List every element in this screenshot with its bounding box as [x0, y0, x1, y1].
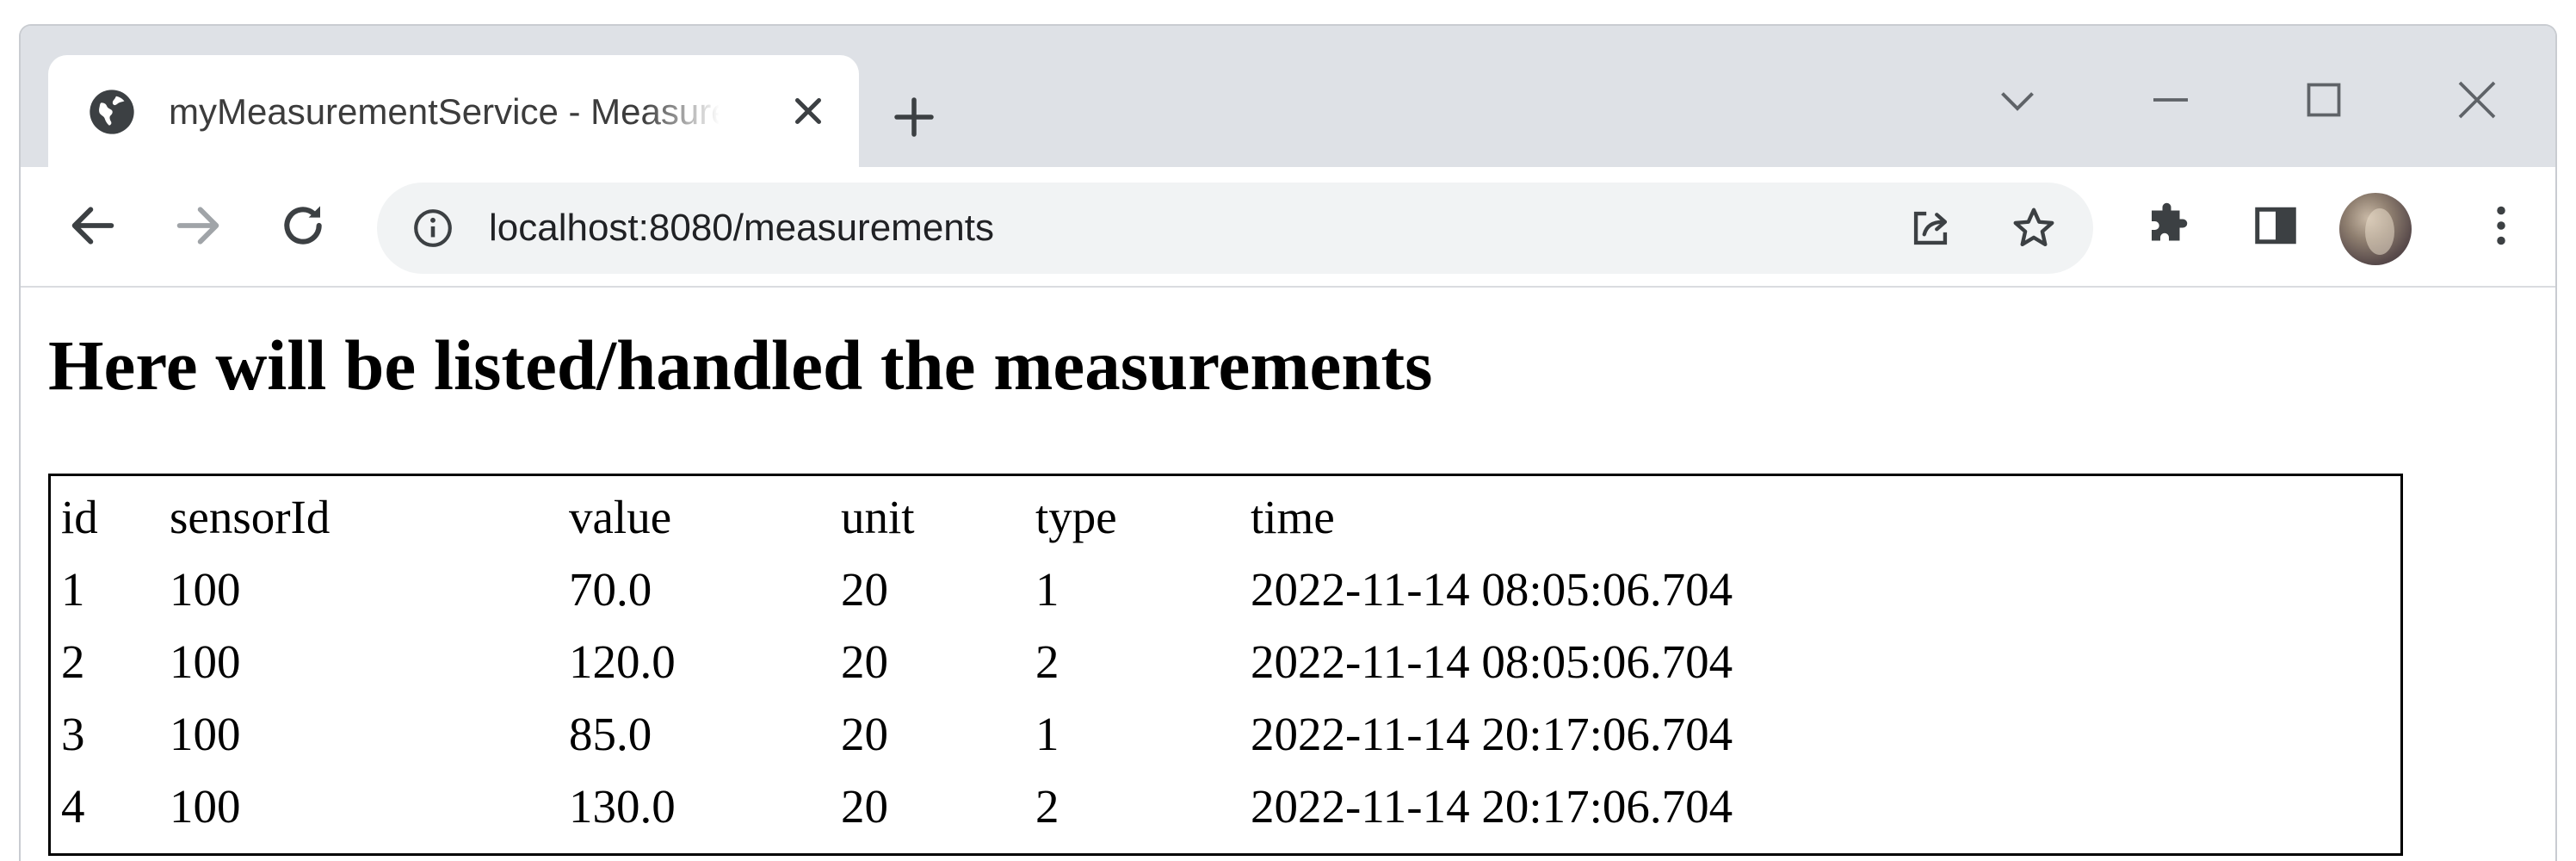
cell-value: 130.0	[569, 780, 676, 833]
column-header-unit: unit	[841, 491, 915, 543]
cell-id: 3	[61, 708, 85, 760]
cell-value: 120.0	[569, 635, 676, 688]
table-header-row: id sensorId value unit type time	[61, 481, 2025, 554]
cell-unit: 20	[841, 708, 888, 760]
column-header-sensorid: sensorId	[170, 491, 330, 543]
measurements-table-container: id sensorId value unit type time 1 100 7…	[48, 474, 2403, 856]
table-row: 2 100 120.0 20 2 2022-11-14 08:05:06.704	[61, 626, 2025, 698]
browser-window: myMeasurementService - Measurements	[19, 24, 2557, 861]
column-header-time: time	[1251, 491, 1335, 543]
cell-time: 2022-11-14 20:17:06.704	[1251, 708, 1733, 760]
globe-icon	[88, 88, 136, 136]
close-window-icon[interactable]	[2451, 74, 2503, 126]
page-title: Here will be listed/handled the measurem…	[48, 325, 1433, 405]
table-row: 4 100 130.0 20 2 2022-11-14 20:17:06.704	[61, 771, 2025, 843]
cell-time: 2022-11-14 08:05:06.704	[1251, 635, 1733, 688]
kebab-menu-icon[interactable]	[2475, 200, 2527, 251]
page-content: Here will be listed/handled the measurem…	[21, 288, 2555, 861]
cell-type: 2	[1035, 780, 1059, 833]
info-icon[interactable]	[411, 207, 454, 250]
cell-type: 1	[1035, 708, 1059, 760]
cell-time: 2022-11-14 08:05:06.704	[1251, 563, 1733, 616]
cell-unit: 20	[841, 635, 888, 688]
tab-strip: myMeasurementService - Measurements	[21, 26, 2555, 167]
tab-active[interactable]: myMeasurementService - Measurements	[48, 55, 859, 167]
avatar[interactable]	[2339, 193, 2412, 265]
cell-unit: 20	[841, 563, 888, 616]
cell-sensorid: 100	[170, 780, 241, 833]
cell-time: 2022-11-14 20:17:06.704	[1251, 780, 1733, 833]
back-arrow-icon[interactable]	[65, 198, 120, 253]
plus-icon[interactable]	[888, 91, 940, 143]
browser-toolbar: localhost:8080/measurements	[21, 167, 2555, 288]
chevron-down-icon[interactable]	[1992, 74, 2043, 126]
cell-value: 85.0	[569, 708, 652, 760]
url-text[interactable]: localhost:8080/measurements	[489, 201, 994, 255]
cell-id: 1	[61, 563, 85, 616]
column-header-value: value	[569, 491, 672, 543]
cell-sensorid: 100	[170, 635, 241, 688]
column-header-id: id	[61, 491, 98, 543]
cell-id: 4	[61, 780, 85, 833]
column-header-type: type	[1035, 491, 1117, 543]
cell-unit: 20	[841, 780, 888, 833]
cell-sensorid: 100	[170, 708, 241, 760]
measurements-table: id sensorId value unit type time 1 100 7…	[61, 481, 2025, 843]
forward-arrow-icon[interactable]	[170, 198, 225, 253]
cell-id: 2	[61, 635, 85, 688]
table-row: 3 100 85.0 20 1 2022-11-14 20:17:06.704	[61, 698, 2025, 771]
share-icon[interactable]	[1906, 203, 1955, 253]
maximize-icon[interactable]	[2298, 74, 2350, 126]
close-icon[interactable]	[787, 90, 830, 133]
minimize-icon[interactable]	[2145, 74, 2196, 126]
cell-value: 70.0	[569, 563, 652, 616]
tab-title: myMeasurementService - Measurements	[169, 91, 720, 132]
reload-icon[interactable]	[275, 198, 330, 253]
star-icon[interactable]	[2009, 203, 2059, 253]
side-panel-icon[interactable]	[2250, 200, 2301, 251]
cell-type: 2	[1035, 635, 1059, 688]
cell-type: 1	[1035, 563, 1059, 616]
cell-sensorid: 100	[170, 563, 241, 616]
table-row: 1 100 70.0 20 1 2022-11-14 08:05:06.704	[61, 554, 2025, 626]
puzzle-icon[interactable]	[2143, 200, 2195, 251]
address-bar[interactable]: localhost:8080/measurements	[377, 183, 2093, 274]
